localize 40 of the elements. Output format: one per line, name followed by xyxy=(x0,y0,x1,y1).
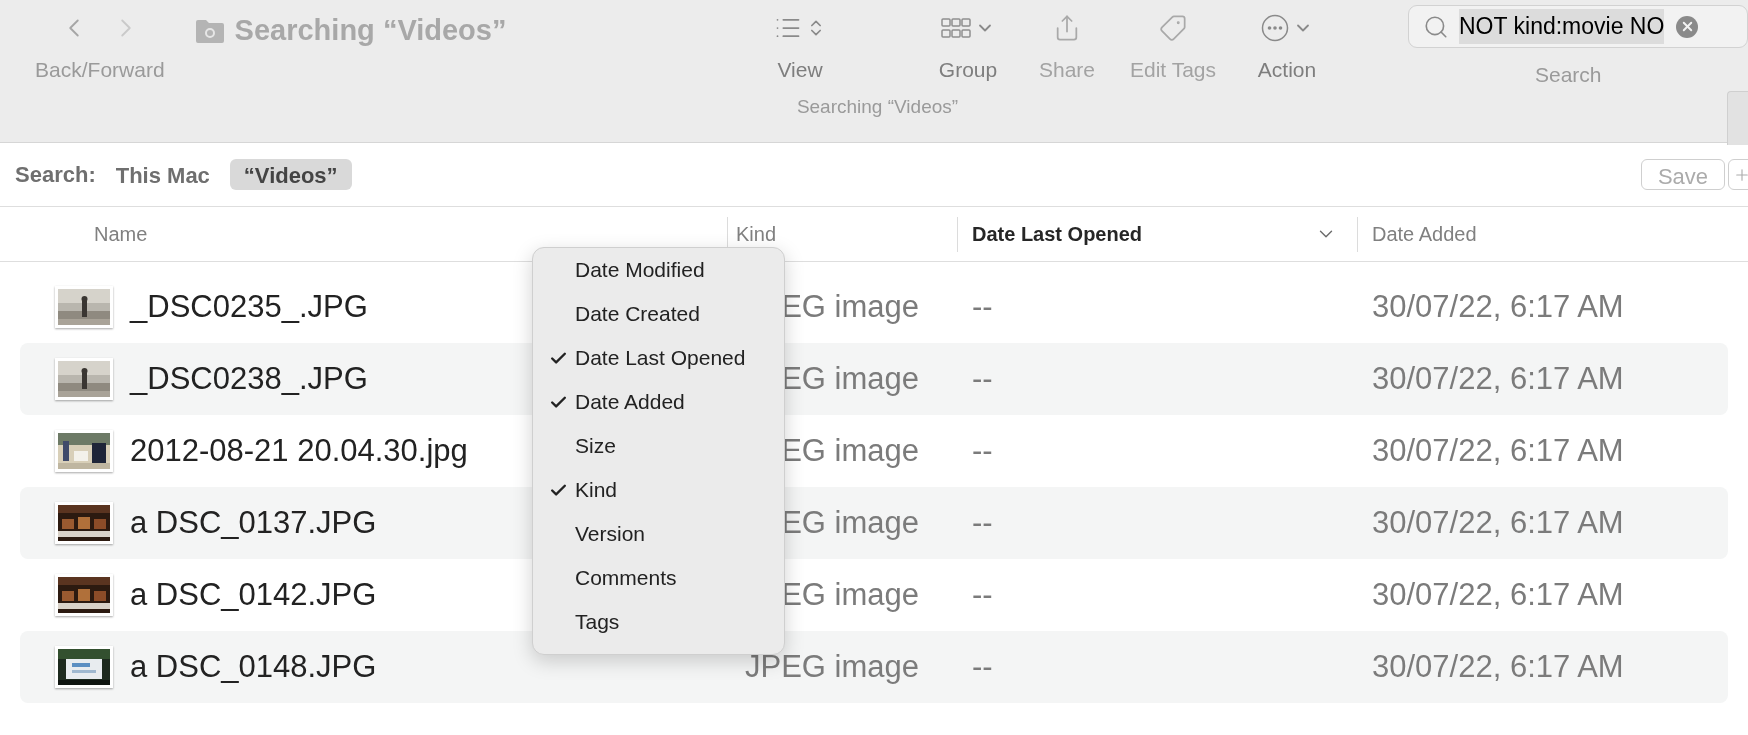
toolbar-label: Back/Forward xyxy=(35,57,165,83)
menu-item[interactable]: Comments xyxy=(533,556,784,600)
file-name: a DSC_0148.JPG xyxy=(130,647,377,686)
file-name: _DSC0235_.JPG xyxy=(130,287,368,326)
menu-item[interactable]: Date Created xyxy=(533,292,784,336)
path-title: Searching “Videos” xyxy=(796,94,959,119)
kind-cell-text: JPEG image xyxy=(745,647,919,686)
date-opened-cell: -- xyxy=(972,648,993,684)
date-added-cell-text: 30/07/22, 6:17 AM xyxy=(1371,287,1624,326)
file-name: 2012-08-21 20.04.30.jpg xyxy=(130,431,468,470)
date-opened-cell: -- xyxy=(972,432,993,468)
folder-gear-icon xyxy=(194,18,225,44)
date-added-cell-text: 30/07/22, 6:17 AM xyxy=(1371,575,1624,614)
scope-button[interactable]: “Videos” xyxy=(229,159,352,190)
file-name: a DSC_0142.JPG xyxy=(130,575,377,614)
date-added-cell-text: 30/07/22, 6:17 AM xyxy=(1371,503,1624,542)
date-added-cell-text: 30/07/22, 6:17 AM xyxy=(1371,359,1624,398)
date-added-cell-text: 30/07/22, 6:17 AM xyxy=(1371,431,1624,470)
date-added-cell-text: 30/07/22, 6:17 AM xyxy=(1371,647,1624,686)
date-opened-cell: -- xyxy=(972,504,993,540)
scope-label: Search: xyxy=(15,161,96,189)
more-icon xyxy=(1261,14,1289,42)
scope-button[interactable]: This Mac xyxy=(101,159,224,190)
file-name: a DSC_0137.JPG xyxy=(130,503,377,542)
grid-icon xyxy=(941,17,971,39)
date-opened-cell: -- xyxy=(972,360,993,396)
new-tab-button[interactable] xyxy=(1727,90,1748,145)
toolbar-label: Search xyxy=(1534,62,1602,88)
column-header[interactable]: Date Last Opened xyxy=(957,216,1357,252)
date-opened-cell: -- xyxy=(972,576,993,612)
date-opened-cell: -- xyxy=(972,288,993,324)
search-field[interactable]: NOT kind:movie NO xyxy=(1408,5,1748,48)
window-title: Searching “Videos” xyxy=(234,13,507,49)
clear-button[interactable] xyxy=(1676,15,1699,38)
column-header[interactable]: Date Added xyxy=(1357,216,1748,252)
file-name: _DSC0238_.JPG xyxy=(130,359,368,398)
tag-icon xyxy=(1159,14,1187,42)
menu-item[interactable]: Version xyxy=(533,512,784,556)
search-text: NOT kind:movie NO xyxy=(1459,9,1665,44)
menu-item[interactable]: Size xyxy=(533,424,784,468)
